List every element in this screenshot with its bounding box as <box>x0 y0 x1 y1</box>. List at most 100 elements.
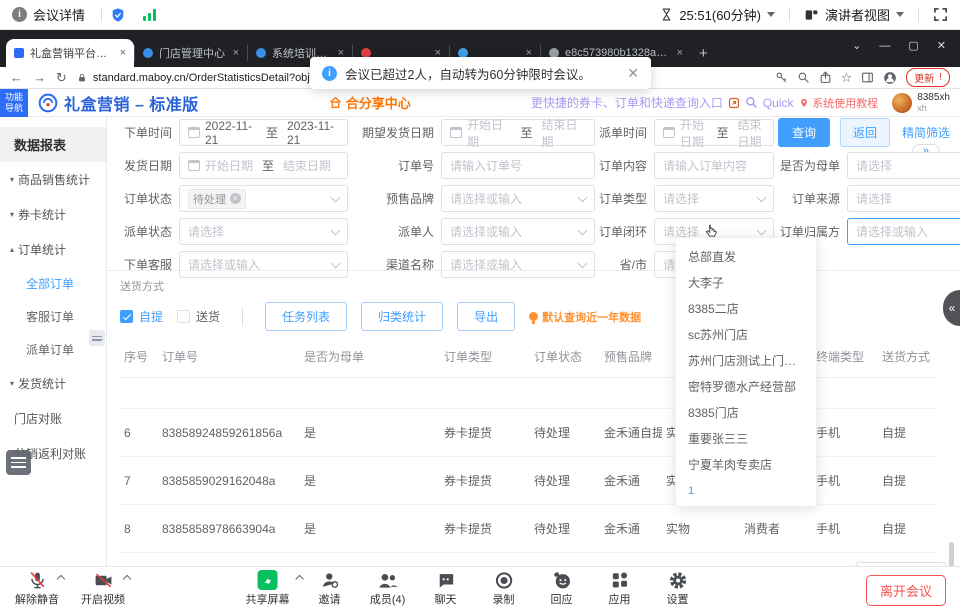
window-close-button[interactable]: ✕ <box>937 39 946 52</box>
dispatch-time-range-picker[interactable]: 开始日期 至 结束日期 <box>654 119 774 146</box>
table-row[interactable]: 8 8385858978663904a 是 券卡提货 待处理 金禾通 实物 消费… <box>120 505 938 553</box>
order-type-select[interactable]: 请选择 <box>654 185 774 212</box>
shield-check-icon[interactable] <box>110 7 126 23</box>
side-panel-icon[interactable] <box>861 71 874 84</box>
dropdown-option[interactable]: 8385门店 <box>676 399 816 425</box>
start-video-button[interactable]: 开启视频 <box>74 570 132 607</box>
reload-button[interactable]: ↻ <box>56 70 67 86</box>
layout-view-icon <box>804 8 819 22</box>
dropdown-option[interactable]: sc苏州门店 <box>676 321 816 347</box>
sidebar-item-coupon-stats[interactable]: ▾ 券卡统计 <box>0 197 106 232</box>
settings-button[interactable]: 设置 <box>649 570 707 607</box>
table-row[interactable]: 9 8385858965453216a 是 券卡提货 待处理 金禾通 实物 消费… <box>120 553 938 567</box>
meeting-notes-widget[interactable] <box>6 450 31 475</box>
dropdown-option[interactable]: 总部直发 <box>676 243 816 269</box>
dropdown-option[interactable]: 重要张三三 <box>676 425 816 451</box>
simplify-filter-link[interactable]: 精简筛选 <box>902 126 950 140</box>
order-no-input[interactable]: 请输入订单号 <box>441 152 595 179</box>
col-order-status[interactable]: 订单状态 <box>530 336 600 378</box>
sidebar-collapse-handle[interactable] <box>89 330 105 346</box>
tab-close-icon[interactable]: × <box>233 47 239 59</box>
back-button[interactable]: ← <box>10 70 23 85</box>
chat-button[interactable]: 聊天 <box>417 570 475 607</box>
sidebar-item-product-sales[interactable]: ▾ 商品销售统计 <box>0 162 106 197</box>
dropdown-pagination[interactable]: 1 <box>676 477 816 501</box>
presale-brand-select[interactable]: 请选择或输入 <box>441 185 595 212</box>
sidebar-item-store-reconciliation[interactable]: 门店对账 <box>0 401 106 436</box>
divider <box>789 8 790 22</box>
dispatcher-select[interactable]: 请选择或输入 <box>441 218 595 245</box>
col-terminal-type[interactable]: 终端类型 <box>812 336 878 378</box>
sidebar-item-service-orders[interactable]: 客服订单 <box>0 300 106 333</box>
col-order-no[interactable]: 订单号 <box>158 336 300 378</box>
view-mode-label[interactable]: 演讲者视图 <box>825 5 890 24</box>
toast-close-icon[interactable]: ✕ <box>627 65 639 82</box>
expect-date-range-picker[interactable]: 开始日期 至 结束日期 <box>441 119 595 146</box>
table-scrollbar[interactable] <box>949 542 954 566</box>
share-icon[interactable] <box>819 71 832 84</box>
sidebar-item-all-orders[interactable]: 全部订单 <box>0 267 106 300</box>
url-text[interactable]: standard.maboy.cn/OrderStatisticsDetail?… <box>93 72 343 84</box>
order-owner-select[interactable]: 请选择或输入 <box>847 218 960 245</box>
share-screen-label: 共享屏幕 <box>246 591 290 607</box>
leave-meeting-button[interactable]: 离开会议 <box>866 575 946 606</box>
tab-close-icon[interactable]: × <box>677 47 683 59</box>
minimize-button[interactable]: — <box>879 40 890 52</box>
dropdown-option[interactable]: 8385二店 <box>676 295 816 321</box>
members-button[interactable]: 成员(4) <box>359 570 417 607</box>
order-status-select[interactable]: 待处理 × <box>179 185 348 212</box>
sidebar-item-order-stats[interactable]: ▴ 订单统计 <box>0 232 106 267</box>
tab-gift-admin[interactable]: 礼盒营销平台管理中心 × <box>6 39 134 67</box>
update-button[interactable]: 更新 ! <box>906 68 950 87</box>
sidebar-item-shipping-stats[interactable]: ▾ 发货统计 <box>0 366 106 401</box>
network-signal-icon[interactable] <box>143 9 156 21</box>
tab-close-icon[interactable]: × <box>120 47 126 59</box>
order-time-range-picker[interactable]: 2022-11-21 至 2023-11-21 <box>179 119 348 146</box>
order-source-select[interactable]: 请选择 <box>847 185 960 212</box>
dropdown-option[interactable]: 宁夏羊肉专卖店 <box>676 451 816 477</box>
col-is-parent[interactable]: 是否为母单 <box>300 336 440 378</box>
unmute-button[interactable]: 解除静音 <box>8 570 66 607</box>
ship-date-range-picker[interactable]: 开始日期 至 结束日期 <box>179 152 348 179</box>
profile-icon[interactable] <box>883 71 897 85</box>
search-button[interactable]: 查询 <box>778 118 830 147</box>
order-content-input[interactable]: 请输入订单内容 <box>654 152 774 179</box>
forward-button[interactable]: → <box>33 70 46 85</box>
col-order-type[interactable]: 订单类型 <box>440 336 530 378</box>
tag-remove-icon[interactable]: × <box>230 193 241 204</box>
reaction-button[interactable]: 回应 <box>533 570 591 607</box>
key-icon[interactable] <box>775 71 788 84</box>
view-dropdown-icon[interactable] <box>896 12 904 17</box>
zoom-icon[interactable] <box>797 71 810 84</box>
invite-button[interactable]: 邀请 <box>301 570 359 607</box>
back-button-form[interactable]: 返回 <box>840 118 890 147</box>
tab-list-icon[interactable]: ⌄ <box>852 39 861 52</box>
promo-entry[interactable]: 更快捷的券卡、订单和快递查询入口 Quick <box>531 94 794 111</box>
col-delivery-method[interactable]: 送货方式 <box>878 336 938 378</box>
record-button[interactable]: 录制 <box>475 570 533 607</box>
dropdown-option[interactable]: 密特罗德水产经营部 <box>676 373 816 399</box>
chevron-up-icon[interactable] <box>57 575 65 583</box>
dropdown-option[interactable]: 苏州门店测试上门自提 <box>676 347 816 373</box>
dropdown-option[interactable]: 大李子 <box>676 269 816 295</box>
share-screen-button[interactable]: 共享屏幕 <box>235 570 301 607</box>
col-seq[interactable]: 序号 <box>120 336 158 378</box>
is-parent-select[interactable]: 请选择 <box>847 152 960 179</box>
maximize-button[interactable]: ▢ <box>908 39 918 52</box>
tab-store-admin[interactable]: 门店管理中心 × <box>135 39 247 67</box>
share-center-link[interactable]: 合分享中心 <box>329 93 411 112</box>
new-tab-button[interactable]: + <box>699 45 708 62</box>
function-nav-badge[interactable]: 功能 导航 <box>0 89 28 117</box>
dispatch-status-select[interactable]: 请选择 <box>179 218 348 245</box>
chevron-up-icon[interactable] <box>123 575 131 583</box>
status-tag[interactable]: 待处理 × <box>188 189 246 209</box>
timer-dropdown-icon[interactable] <box>767 12 775 17</box>
tutorial-link[interactable]: 系统使用教程 <box>799 95 878 111</box>
apps-button[interactable]: 应用 <box>591 570 649 607</box>
col-presale-brand[interactable]: 预售品牌 <box>600 336 662 378</box>
fullscreen-icon[interactable] <box>933 7 948 22</box>
bookmark-star-icon[interactable]: ☆ <box>841 70 853 86</box>
meeting-details-label[interactable]: 会议详情 <box>33 5 85 24</box>
meeting-info-icon[interactable]: i <box>12 7 27 22</box>
user-menu[interactable]: 8385xh xh <box>892 92 950 114</box>
